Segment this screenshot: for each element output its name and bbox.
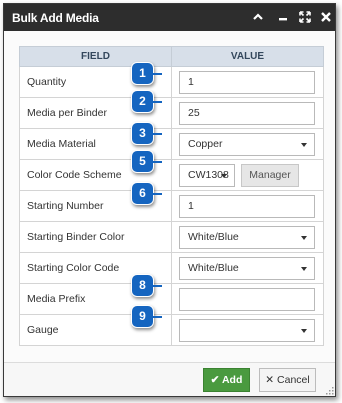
media-prefix-input[interactable] bbox=[179, 287, 315, 311]
callout-badge: 5 bbox=[131, 150, 162, 173]
callout-badge: 6 bbox=[131, 182, 162, 205]
maximize-icon[interactable] bbox=[298, 10, 312, 24]
starting-binder-color-select[interactable]: White/Blue bbox=[179, 225, 315, 249]
dialog-footer: ✔ Add ✕ Cancel bbox=[4, 362, 335, 396]
select-value: Copper bbox=[188, 137, 223, 150]
table-row-starting-binder-color: Starting Binder Color White/Blue bbox=[19, 221, 324, 253]
value-cell: White/Blue bbox=[171, 221, 324, 253]
starting-number-input[interactable]: 1 bbox=[179, 194, 315, 218]
close-x-icon: ✕ bbox=[265, 374, 275, 386]
value-cell: 1 bbox=[171, 190, 324, 222]
chevron-down-icon bbox=[301, 328, 307, 333]
value-cell: CW1308 Manager bbox=[171, 159, 324, 191]
chevron-down-icon bbox=[301, 235, 307, 240]
quantity-input[interactable]: 1 bbox=[179, 70, 315, 94]
value-cell bbox=[171, 314, 324, 346]
callout-badge: 3 bbox=[131, 122, 162, 145]
close-icon[interactable] bbox=[319, 10, 333, 24]
table-row-media-material: Media Material Copper bbox=[19, 128, 324, 160]
collapse-icon[interactable] bbox=[251, 10, 265, 24]
table-header-row: FIELD VALUE bbox=[19, 46, 324, 67]
check-icon: ✔ bbox=[210, 374, 220, 386]
table-row-starting-color-code: Starting Color Code White/Blue bbox=[19, 252, 324, 284]
gauge-select[interactable] bbox=[179, 318, 315, 342]
add-button[interactable]: ✔ Add bbox=[203, 368, 250, 392]
color-code-scheme-select[interactable]: CW1308 bbox=[179, 163, 235, 187]
table-row-quantity: Quantity 1 bbox=[19, 66, 324, 98]
callout-badge: 9 bbox=[131, 305, 162, 328]
chevron-down-icon bbox=[221, 173, 227, 178]
media-per-binder-input[interactable]: 25 bbox=[179, 101, 315, 125]
resize-grip-icon[interactable] bbox=[325, 386, 334, 395]
select-value: White/Blue bbox=[188, 230, 239, 243]
select-value: White/Blue bbox=[188, 261, 239, 274]
value-cell: White/Blue bbox=[171, 252, 324, 284]
add-button-label: Add bbox=[221, 374, 243, 386]
table-row-media-per-binder: Media per Binder 25 bbox=[19, 97, 324, 129]
value-cell: Copper bbox=[171, 128, 324, 160]
value-cell: 1 bbox=[171, 66, 324, 98]
starting-color-code-select[interactable]: White/Blue bbox=[179, 256, 315, 280]
table-row-color-code-scheme: Color Code Scheme CW1308 Manager bbox=[19, 159, 324, 191]
value-cell bbox=[171, 283, 324, 315]
field-value-table: FIELD VALUE Quantity 1 Media per Binder … bbox=[19, 46, 324, 346]
minimize-icon[interactable] bbox=[276, 10, 290, 24]
title-bar[interactable]: Bulk Add Media bbox=[4, 4, 335, 31]
cancel-button-label: Cancel bbox=[277, 374, 310, 386]
manager-button[interactable]: Manager bbox=[241, 163, 299, 187]
field-label: Starting Binder Color bbox=[19, 221, 172, 253]
bulk-add-media-dialog: Bulk Add Media FIELD VALUE Quantity 1 Me… bbox=[3, 3, 336, 397]
callout-badge: 2 bbox=[131, 90, 162, 113]
dialog-title: Bulk Add Media bbox=[12, 11, 99, 25]
chevron-down-icon bbox=[301, 142, 307, 147]
table-row-media-prefix: Media Prefix bbox=[19, 283, 324, 315]
callout-badge: 1 bbox=[131, 62, 162, 85]
media-material-select[interactable]: Copper bbox=[179, 132, 315, 156]
value-cell: 25 bbox=[171, 97, 324, 129]
table-row-gauge: Gauge bbox=[19, 314, 324, 346]
chevron-down-icon bbox=[301, 266, 307, 271]
cancel-button[interactable]: ✕ Cancel bbox=[259, 368, 316, 392]
value-column-header: VALUE bbox=[171, 46, 324, 67]
callout-badge: 8 bbox=[131, 274, 162, 297]
table-row-starting-number: Starting Number 1 bbox=[19, 190, 324, 222]
